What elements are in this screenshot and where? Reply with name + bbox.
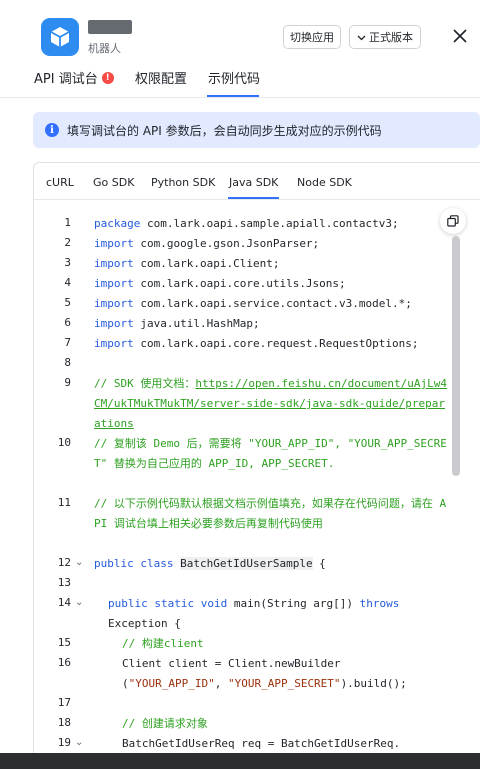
line-number: 1 — [64, 216, 71, 229]
code-text: com.lark.oapi.core.utils.Jsons; — [133, 277, 346, 290]
code-text: java.util.HashMap; — [133, 317, 260, 330]
line-number: 18 — [57, 716, 71, 729]
tab-api-console-label: API 调试台 — [34, 72, 98, 87]
active-language-indicator — [228, 197, 279, 199]
header: 机器人 切换应用 正式版本 — [0, 0, 480, 62]
switch-app-button[interactable]: 切换应用 — [283, 25, 341, 49]
line-number: 3 — [64, 256, 71, 269]
tab-example-code[interactable]: 示例代码 — [208, 68, 260, 87]
info-text: 填写调试台的 API 参数后，会自动同步生成对应的示例代码 — [67, 123, 382, 138]
code-keyword: public static void — [108, 597, 228, 610]
code-text: com.lark.oapi.service.contact.v3.model.*… — [133, 297, 412, 310]
line-number: 4 — [64, 276, 71, 289]
code-text: com.lark.oapi.Client; — [133, 257, 280, 270]
line-number: 16 — [57, 656, 71, 669]
line-number: 17 — [57, 696, 71, 709]
code-text: com.lark.oapi.sample.apiall.contactv3; — [140, 217, 399, 230]
tab-go-sdk[interactable]: Go SDK — [93, 176, 134, 189]
active-tab-indicator — [207, 95, 259, 97]
line-number: 11 — [57, 496, 71, 509]
tab-python-sdk[interactable]: Python SDK — [151, 176, 215, 189]
main-tabs: API 调试台 ! 权限配置 示例代码 — [0, 62, 480, 98]
fold-chevron-icon[interactable]: ⌄ — [75, 557, 83, 568]
code-keyword: import — [94, 337, 134, 350]
info-icon: i — [45, 123, 59, 137]
code-text: Exception { — [108, 617, 181, 630]
line-number: 2 — [64, 236, 71, 249]
code-scrollbar[interactable] — [452, 236, 460, 476]
switch-app-label: 切换应用 — [290, 31, 334, 44]
cube-icon — [41, 18, 79, 56]
language-tabs: cURL Go SDK Python SDK Java SDK Node SDK — [34, 163, 480, 200]
close-icon[interactable] — [448, 24, 472, 48]
code-comment: // SDK 使用文档： — [94, 377, 196, 390]
code-panel: cURL Go SDK Python SDK Java SDK Node SDK… — [33, 162, 480, 769]
class-name: BatchGetIdUserSample — [180, 557, 313, 570]
version-select[interactable]: 正式版本 — [349, 25, 421, 49]
error-badge: ! — [101, 71, 114, 84]
code-keyword: import — [94, 317, 134, 330]
line-number: 5 — [64, 296, 71, 309]
code-text: com.lark.oapi.core.request.RequestOption… — [133, 337, 419, 350]
code-string: "YOUR_APP_SECRET" — [227, 677, 341, 690]
line-number: 10 — [57, 436, 71, 449]
code-keyword: package — [94, 217, 141, 230]
tab-java-sdk[interactable]: Java SDK — [229, 176, 278, 189]
code-keyword: throws — [359, 597, 400, 610]
code-comment: // 创建请求对象 — [122, 717, 208, 730]
info-banner: i 填写调试台的 API 参数后，会自动同步生成对应的示例代码 — [33, 112, 480, 148]
code-text: BatchGetIdUserReq req = BatchGetIdUserRe… — [122, 737, 401, 750]
tab-api-console[interactable]: API 调试台 ! — [34, 68, 114, 87]
fold-chevron-icon[interactable]: ⌄ — [75, 597, 83, 608]
code-text: ).build(); — [340, 677, 407, 690]
code-string: "YOUR_APP_ID" — [128, 677, 215, 690]
fold-chevron-icon[interactable]: ⌄ — [75, 737, 83, 748]
line-number: 8 — [64, 356, 71, 369]
code-comment: // 以下示例代码默认根据文档示例值填充，如果存在代码问题，请在 API 调试台… — [94, 497, 447, 530]
line-number: 12 — [57, 556, 71, 569]
line-number: 7 — [64, 336, 71, 349]
version-label: 正式版本 — [369, 31, 413, 44]
code-keyword: import — [94, 237, 134, 250]
line-number: 19 — [57, 736, 71, 749]
code-text: Client client = Client.newBuilder — [122, 657, 341, 670]
bottom-bar — [0, 753, 480, 769]
app-subtitle: 机器人 — [88, 42, 121, 55]
line-number: 9 — [64, 376, 71, 389]
code-text: main(String arg[]) — [227, 597, 360, 610]
tab-node-sdk[interactable]: Node SDK — [297, 176, 352, 189]
code-editor[interactable]: 1 package com.lark.oapi.sample.apiall.co… — [34, 200, 480, 768]
line-number: 6 — [64, 316, 71, 329]
line-number: 14 — [57, 596, 71, 609]
line-number: 15 — [57, 636, 71, 649]
line-number: 13 — [57, 576, 71, 589]
code-text: com.google.gson.JsonParser; — [133, 237, 320, 250]
code-keyword: import — [94, 297, 134, 310]
app-name-redacted — [88, 20, 132, 34]
tab-curl[interactable]: cURL — [46, 176, 74, 189]
code-text: { — [312, 557, 326, 570]
code-comment: // 构建client — [122, 637, 204, 650]
code-comment: // 复制该 Demo 后，需要将 "YOUR_APP_ID", "YOUR_A… — [94, 437, 447, 470]
chevron-down-icon — [357, 31, 366, 44]
copy-icon[interactable] — [440, 208, 466, 234]
tab-permissions[interactable]: 权限配置 — [135, 68, 187, 87]
code-keyword: public class — [94, 557, 174, 570]
code-keyword: import — [94, 257, 134, 270]
code-keyword: import — [94, 277, 134, 290]
